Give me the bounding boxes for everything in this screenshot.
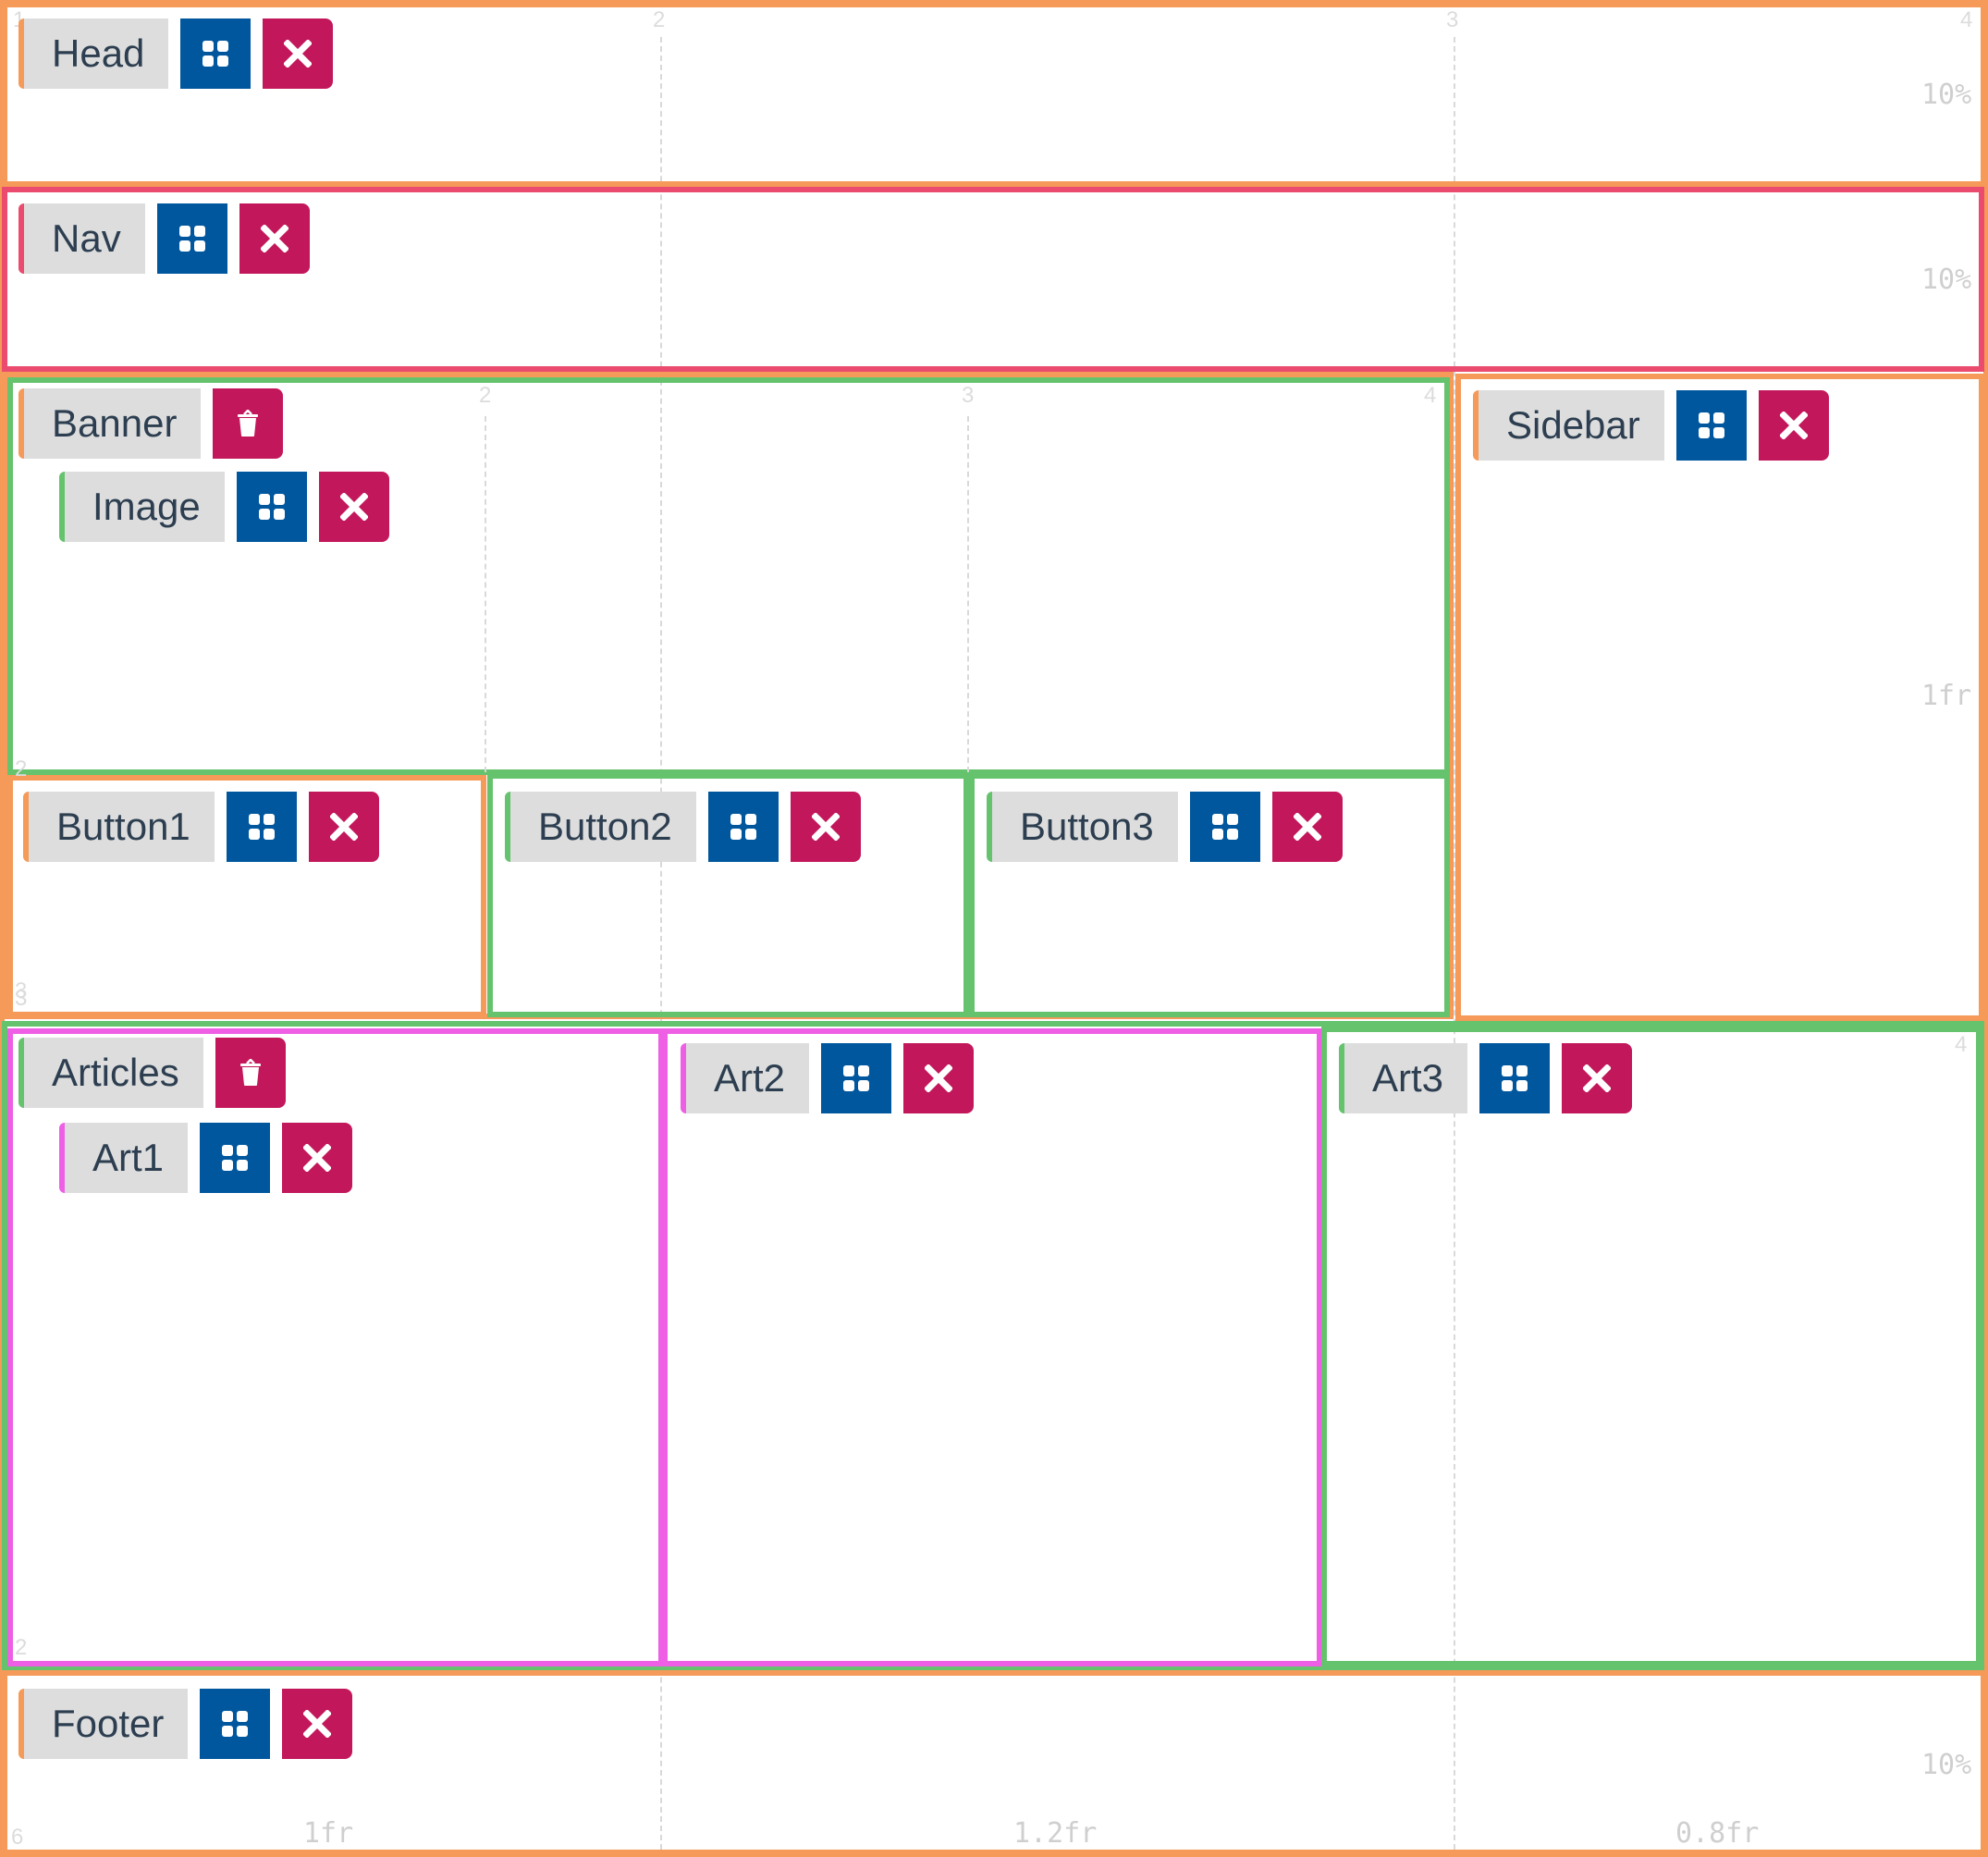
area-label-banner[interactable]: Banner bbox=[18, 388, 202, 459]
art3-controls: Art3 bbox=[1339, 1043, 1633, 1113]
row-line-number: 3 bbox=[15, 986, 28, 1011]
area-label-art1[interactable]: Art1 bbox=[59, 1123, 189, 1193]
area-label-nav[interactable]: Nav bbox=[18, 203, 145, 274]
art1-remove-button[interactable] bbox=[282, 1123, 353, 1193]
area-label-sidebar[interactable]: Sidebar bbox=[1473, 390, 1664, 461]
banner-subgrid-column-line bbox=[485, 416, 486, 772]
art1-subgrid-button[interactable] bbox=[200, 1123, 271, 1193]
trash-icon bbox=[239, 1059, 263, 1087]
articles-delete-subgrid-button[interactable] bbox=[215, 1038, 286, 1108]
nav-subgrid-button[interactable] bbox=[156, 203, 227, 274]
grid-icon bbox=[221, 1710, 249, 1738]
button1-remove-button[interactable] bbox=[308, 792, 379, 862]
articles-column-line-number: 4 bbox=[1955, 1032, 1968, 1057]
image-subgrid-button[interactable] bbox=[236, 472, 307, 542]
sidebar-subgrid-button[interactable] bbox=[1675, 390, 1747, 461]
button3-controls: Button3 bbox=[987, 792, 1343, 862]
grid-editor-canvas: 1 2 3 4 6 3 10% 10% 1fr 10% 1fr 1.2fr 0.… bbox=[0, 0, 1988, 1857]
area-label-footer[interactable]: Footer bbox=[18, 1689, 189, 1759]
grid-icon bbox=[1501, 1064, 1528, 1092]
trash-icon bbox=[236, 410, 260, 437]
button2-remove-button[interactable] bbox=[790, 792, 861, 862]
button1-subgrid-button[interactable] bbox=[226, 792, 297, 862]
footer-controls: Footer bbox=[18, 1689, 353, 1759]
grid-icon bbox=[1211, 813, 1239, 841]
grid-icon bbox=[178, 225, 206, 252]
grid-icon bbox=[221, 1144, 249, 1172]
close-icon bbox=[329, 813, 358, 841]
art2-remove-button[interactable] bbox=[903, 1043, 975, 1113]
area-label-articles[interactable]: Articles bbox=[18, 1038, 203, 1108]
grid-icon bbox=[842, 1064, 870, 1092]
head-remove-button[interactable] bbox=[263, 18, 334, 89]
image-controls: Image bbox=[59, 472, 389, 542]
close-icon bbox=[339, 493, 368, 521]
area-art3[interactable] bbox=[1321, 1027, 1982, 1666]
close-icon bbox=[1583, 1064, 1612, 1092]
sidebar-remove-button[interactable] bbox=[1758, 390, 1829, 461]
banner-delete-subgrid-button[interactable] bbox=[213, 388, 284, 459]
banner-controls: Banner bbox=[18, 388, 284, 459]
area-label-button3[interactable]: Button3 bbox=[987, 792, 1178, 862]
close-icon bbox=[811, 813, 840, 841]
grid-icon bbox=[248, 813, 276, 841]
banner-subgrid-column-line bbox=[967, 416, 969, 772]
nav-remove-button[interactable] bbox=[239, 203, 310, 274]
art2-subgrid-button[interactable] bbox=[821, 1043, 892, 1113]
area-label-button2[interactable]: Button2 bbox=[505, 792, 696, 862]
banner-column-line-number: 2 bbox=[479, 383, 492, 408]
area-label-art3[interactable]: Art3 bbox=[1339, 1043, 1468, 1113]
button3-remove-button[interactable] bbox=[1271, 792, 1343, 862]
close-icon bbox=[303, 1710, 332, 1738]
grid-icon bbox=[202, 40, 229, 68]
area-label-head[interactable]: Head bbox=[18, 18, 169, 89]
area-art2[interactable] bbox=[662, 1028, 1322, 1666]
close-icon bbox=[925, 1064, 953, 1092]
grid-icon bbox=[258, 493, 286, 521]
sidebar-controls: Sidebar bbox=[1473, 390, 1829, 461]
button2-controls: Button2 bbox=[505, 792, 861, 862]
banner-column-line-number: 4 bbox=[1424, 383, 1437, 408]
grid-icon bbox=[730, 813, 757, 841]
area-label-image[interactable]: Image bbox=[59, 472, 225, 542]
articles-row-line-number: 2 bbox=[15, 1635, 28, 1660]
footer-remove-button[interactable] bbox=[282, 1689, 353, 1759]
button2-subgrid-button[interactable] bbox=[707, 792, 779, 862]
art3-remove-button[interactable] bbox=[1562, 1043, 1633, 1113]
close-icon bbox=[1293, 813, 1321, 841]
close-icon bbox=[1779, 412, 1808, 439]
image-remove-button[interactable] bbox=[318, 472, 389, 542]
button1-controls: Button1 bbox=[23, 792, 379, 862]
area-label-button1[interactable]: Button1 bbox=[23, 792, 215, 862]
nav-controls: Nav bbox=[18, 203, 310, 274]
button3-subgrid-button[interactable] bbox=[1189, 792, 1260, 862]
close-icon bbox=[260, 225, 288, 252]
art1-controls: Art1 bbox=[59, 1123, 353, 1193]
head-controls: Head bbox=[18, 18, 334, 89]
art3-subgrid-button[interactable] bbox=[1479, 1043, 1551, 1113]
close-icon bbox=[303, 1144, 332, 1172]
close-icon bbox=[284, 40, 313, 68]
area-label-art2[interactable]: Art2 bbox=[681, 1043, 810, 1113]
area-sidebar[interactable] bbox=[1455, 374, 1984, 1021]
head-subgrid-button[interactable] bbox=[180, 18, 252, 89]
banner-column-line-number: 3 bbox=[962, 383, 975, 408]
articles-controls: Articles bbox=[18, 1038, 286, 1108]
grid-icon bbox=[1698, 412, 1725, 439]
banner-row-line-number: 2 bbox=[15, 756, 28, 781]
art2-controls: Art2 bbox=[681, 1043, 975, 1113]
footer-subgrid-button[interactable] bbox=[200, 1689, 271, 1759]
